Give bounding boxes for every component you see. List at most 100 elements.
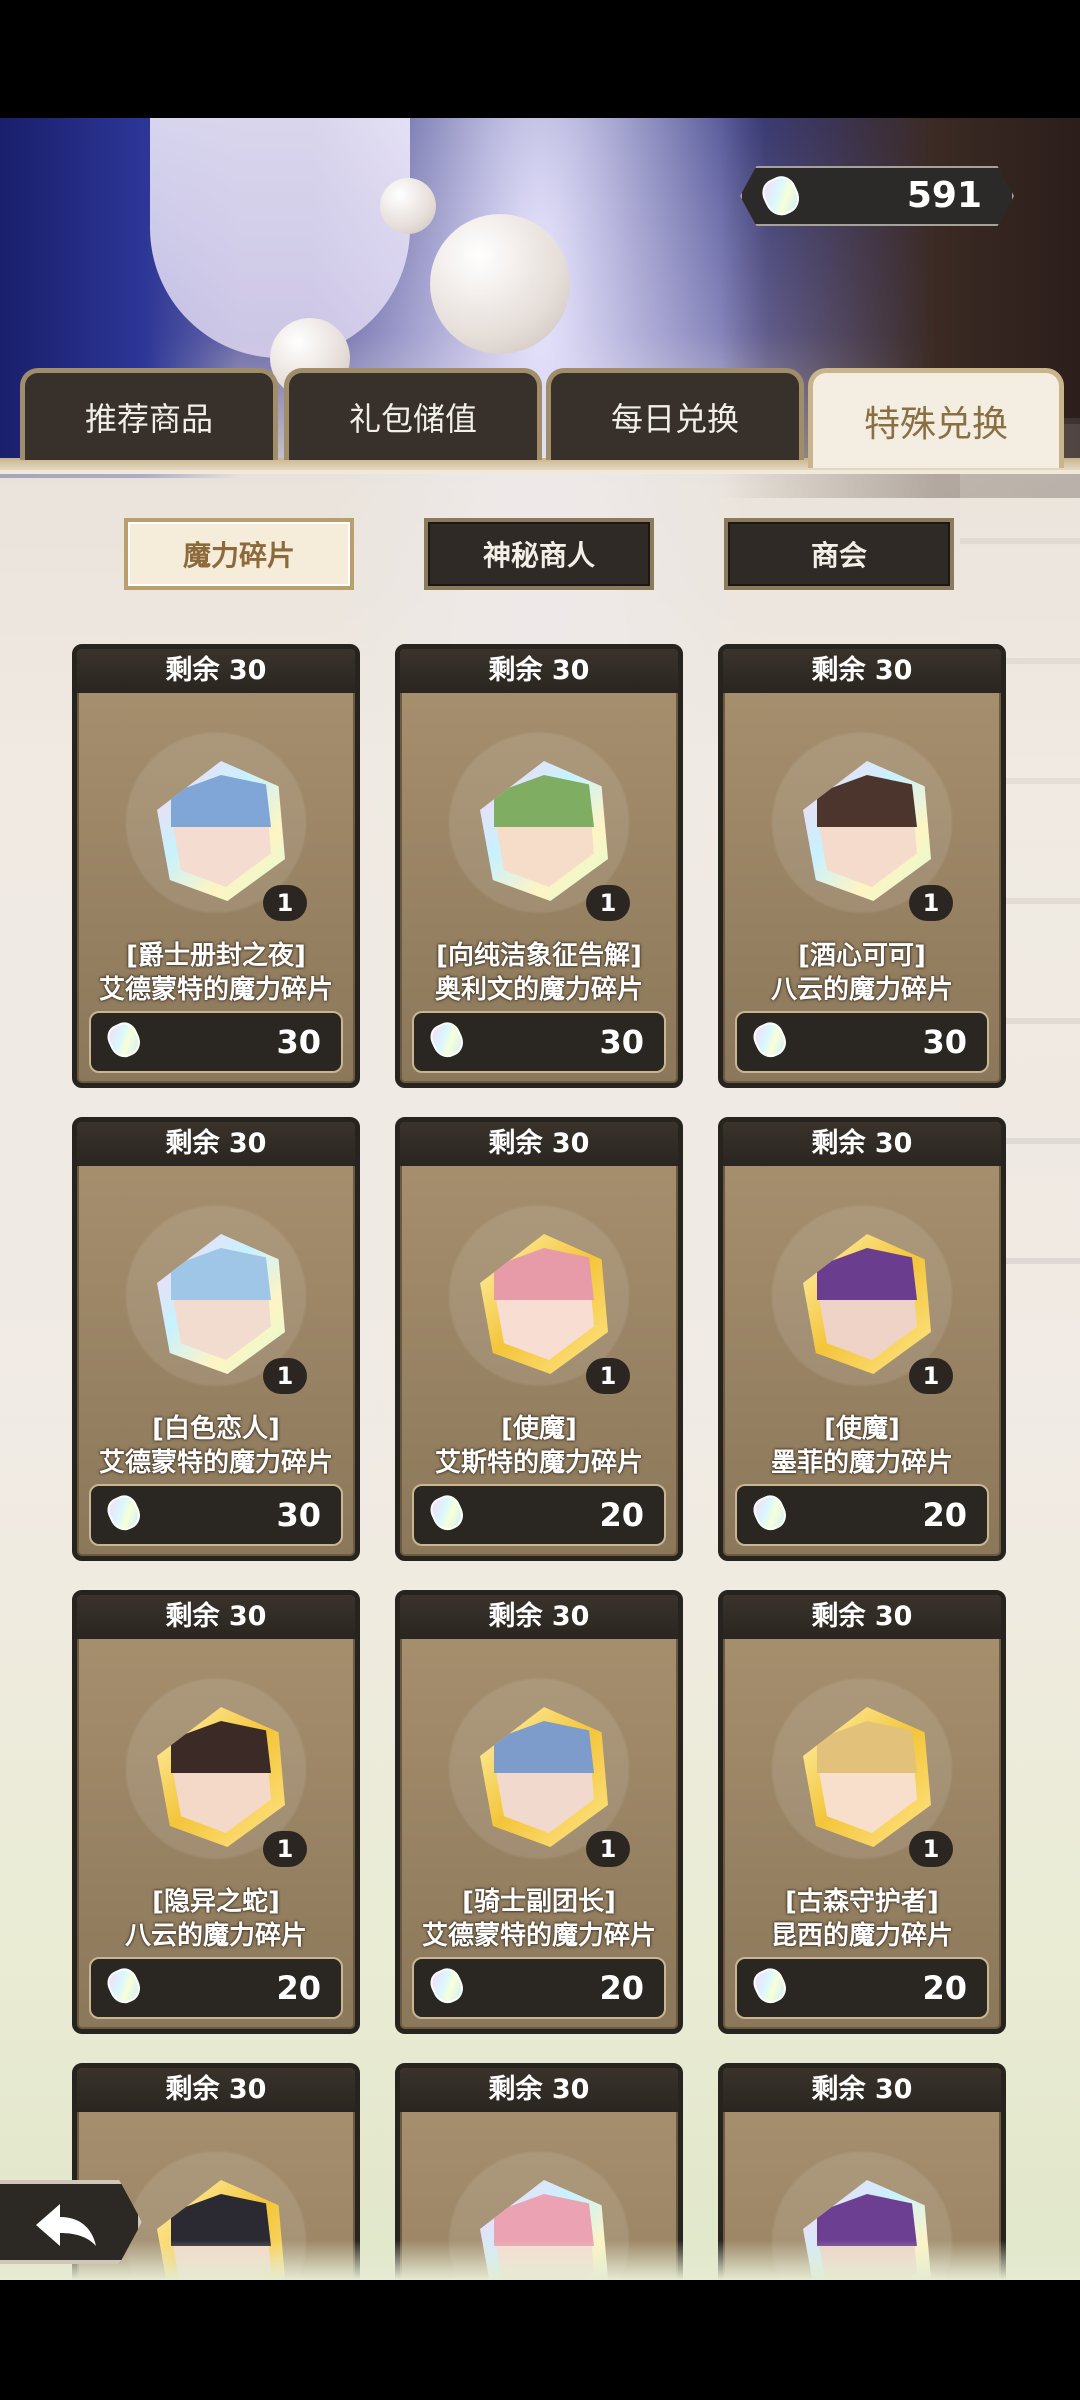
item-name: [使魔] 墨菲的魔力碎片 — [723, 1412, 1001, 1480]
crystal-gem-icon — [103, 1964, 145, 2008]
item-subtitle: 八云的魔力碎片 — [770, 975, 953, 1005]
character-portrait-icon — [157, 761, 285, 901]
price-value: 20 — [599, 1496, 644, 1534]
character-portrait-icon — [157, 1234, 285, 1374]
subtab-label: 神秘商人 — [482, 539, 595, 572]
remaining-count: 剩余 30 — [723, 1595, 1001, 1639]
quantity-badge: 1 — [263, 1358, 307, 1394]
price-button[interactable]: 20 — [89, 1957, 343, 2019]
quantity-badge: 1 — [263, 885, 307, 921]
item-card[interactable]: 剩余 30 1 [隐异之蛇] 八云的魔力碎片 20 — [72, 1590, 360, 2034]
item-subtitle: 八云的魔力碎片 — [124, 1921, 307, 1951]
item-title: [爵士册封之夜] — [126, 941, 306, 971]
subtab-guild[interactable]: 商会 — [724, 518, 954, 590]
tab-label: 推荐商品 — [84, 399, 213, 438]
subtab-magic-fragments[interactable]: 魔力碎片 — [124, 518, 354, 590]
remaining-count: 剩余 30 — [77, 2068, 355, 2112]
item-card[interactable]: 剩余 30 1 [使魔] 艾斯特的魔力碎片 20 — [395, 1117, 683, 1561]
character-portrait-icon — [803, 761, 931, 901]
back-arrow-icon — [36, 2204, 96, 2246]
item-card[interactable]: 剩余 30 1 [爵士册封之夜] 艾德蒙特的魔力碎片 30 — [72, 644, 360, 1088]
price-button[interactable]: 30 — [412, 1011, 666, 1073]
remaining-count: 剩余 30 — [400, 1595, 678, 1639]
item-name: [骑士副团长] 艾德蒙特的魔力碎片 — [400, 1885, 678, 1953]
item-card[interactable]: 剩余 30 1 [向纯洁象征告解] 奥利文的魔力碎片 30 — [395, 644, 683, 1088]
item-title: [骑士副团长] — [462, 1887, 616, 1917]
item-title: [酒心可可] — [798, 941, 926, 971]
crystal-gem-icon — [426, 1018, 468, 1062]
bottom-fade — [0, 2240, 1080, 2280]
item-card[interactable]: 剩余 30 1 [使魔] 墨菲的魔力碎片 20 — [718, 1117, 1006, 1561]
nav-bar-area — [0, 2280, 1080, 2400]
status-bar-area — [0, 0, 1080, 118]
remaining-count: 剩余 30 — [400, 649, 678, 693]
currency-display[interactable]: 591 — [740, 166, 1014, 226]
tab-label: 礼包储值 — [348, 399, 477, 438]
quantity-badge: 1 — [586, 1831, 630, 1867]
item-name: [爵士册封之夜] 艾德蒙特的魔力碎片 — [77, 939, 355, 1007]
item-subtitle: 昆西的魔力碎片 — [770, 1921, 953, 1951]
crystal-gem-icon — [757, 171, 805, 221]
item-name: [隐异之蛇] 八云的魔力碎片 — [77, 1885, 355, 1953]
subtab-label: 商会 — [810, 539, 867, 572]
quantity-badge: 1 — [909, 885, 953, 921]
tab-special-exchange[interactable]: 特殊兑换 — [808, 368, 1064, 468]
item-card[interactable]: 剩余 30 1 [骑士副团长] 艾德蒙特的魔力碎片 20 — [395, 1590, 683, 2034]
quantity-badge: 1 — [263, 1831, 307, 1867]
item-name: [酒心可可] 八云的魔力碎片 — [723, 939, 1001, 1007]
item-title: [古森守护者] — [785, 1887, 939, 1917]
character-portrait-icon — [480, 1707, 608, 1847]
item-title: [向纯洁象征告解] — [436, 941, 642, 971]
tab-label: 特殊兑换 — [863, 403, 1008, 445]
price-value: 30 — [276, 1496, 321, 1534]
character-portrait-icon — [157, 1707, 285, 1847]
character-portrait-icon — [480, 1234, 608, 1374]
price-button[interactable]: 30 — [89, 1484, 343, 1546]
price-button[interactable]: 30 — [89, 1011, 343, 1073]
price-button[interactable]: 20 — [735, 1957, 989, 2019]
price-button[interactable]: 20 — [412, 1484, 666, 1546]
character-portrait-icon — [803, 1707, 931, 1847]
item-card[interactable]: 剩余 30 1 [白色恋人] 艾德蒙特的魔力碎片 30 — [72, 1117, 360, 1561]
remaining-count: 剩余 30 — [723, 1122, 1001, 1166]
price-button[interactable]: 20 — [412, 1957, 666, 2019]
remaining-count: 剩余 30 — [400, 1122, 678, 1166]
item-name: [白色恋人] 艾德蒙特的魔力碎片 — [77, 1412, 355, 1480]
tab-recommended[interactable]: 推荐商品 — [20, 368, 278, 460]
quantity-badge: 1 — [586, 1358, 630, 1394]
item-card[interactable]: 剩余 30 1 [古森守护者] 昆西的魔力碎片 20 — [718, 1590, 1006, 2034]
currency-amount: 591 — [906, 175, 982, 216]
item-card[interactable]: 剩余 30 1 [酒心可可] 八云的魔力碎片 30 — [718, 644, 1006, 1088]
item-subtitle: 艾德蒙特的魔力碎片 — [421, 1921, 656, 1951]
price-button[interactable]: 30 — [735, 1011, 989, 1073]
remaining-count: 剩余 30 — [723, 2068, 1001, 2112]
tab-label: 每日兑换 — [610, 399, 739, 438]
remaining-count: 剩余 30 — [400, 2068, 678, 2112]
crystal-gem-icon — [426, 1964, 468, 2008]
tab-daily-exchange[interactable]: 每日兑换 — [546, 368, 804, 460]
item-subtitle: 艾德蒙特的魔力碎片 — [98, 1448, 333, 1478]
crystal-gem-icon — [749, 1491, 791, 1535]
price-value: 30 — [922, 1023, 967, 1061]
item-title: [使魔] — [501, 1414, 577, 1444]
character-portrait-icon — [480, 761, 608, 901]
quantity-badge: 1 — [586, 885, 630, 921]
remaining-count: 剩余 30 — [77, 1595, 355, 1639]
remaining-count: 剩余 30 — [77, 649, 355, 693]
item-subtitle: 艾斯特的魔力碎片 — [434, 1448, 643, 1478]
price-button[interactable]: 20 — [735, 1484, 989, 1546]
crystal-gem-icon — [103, 1018, 145, 1062]
screen: 591 推荐商品 礼包储值 每日兑换 特殊兑换 魔力碎片 神秘商人 商会 剩余 … — [0, 0, 1080, 2400]
tab-gift-packs[interactable]: 礼包储值 — [284, 368, 542, 460]
subtab-mysterious-merchant[interactable]: 神秘商人 — [424, 518, 654, 590]
item-title: [隐异之蛇] — [152, 1887, 280, 1917]
back-button[interactable] — [0, 2180, 142, 2264]
crystal-gem-icon — [749, 1964, 791, 2008]
item-subtitle: 墨菲的魔力碎片 — [770, 1448, 953, 1478]
quantity-badge: 1 — [909, 1831, 953, 1867]
item-name: [古森守护者] 昆西的魔力碎片 — [723, 1885, 1001, 1953]
price-value: 20 — [922, 1969, 967, 2007]
subtab-label: 魔力碎片 — [182, 539, 295, 572]
item-name: [使魔] 艾斯特的魔力碎片 — [400, 1412, 678, 1480]
character-portrait-icon — [803, 1234, 931, 1374]
